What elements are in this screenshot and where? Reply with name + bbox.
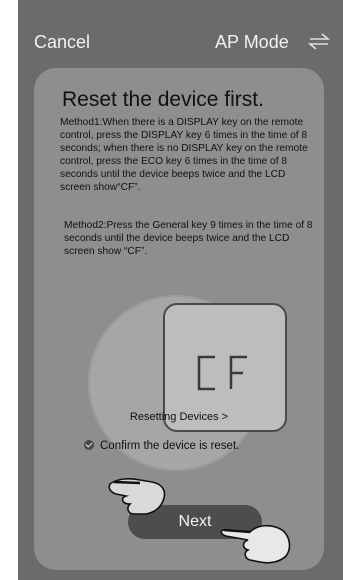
method2-text: Method2:Press the General key 9 times in… <box>64 220 313 257</box>
cf-display-icon <box>197 355 247 391</box>
confirm-label: Confirm the device is reset. <box>100 440 240 452</box>
cancel-button[interactable]: Cancel <box>34 32 90 53</box>
method1-text: Method1:When there is a DISPLAY key on t… <box>60 117 308 193</box>
pointing-hand-icon <box>220 524 291 564</box>
ap-mode-button[interactable]: AP Mode <box>215 32 289 53</box>
pointing-hand-icon <box>108 478 166 515</box>
app-screen: Cancel AP Mode Reset the device first. M… <box>18 0 343 580</box>
instruction-card: Reset the device first. Method1:When the… <box>34 68 324 570</box>
confirm-reset-checkbox[interactable]: Confirm the device is reset. <box>84 440 239 452</box>
card-title: Reset the device first. <box>62 88 264 111</box>
check-icon <box>84 440 94 450</box>
resetting-devices-link[interactable]: Resetting Devices > <box>34 411 324 423</box>
swap-arrows-icon[interactable] <box>308 30 330 52</box>
